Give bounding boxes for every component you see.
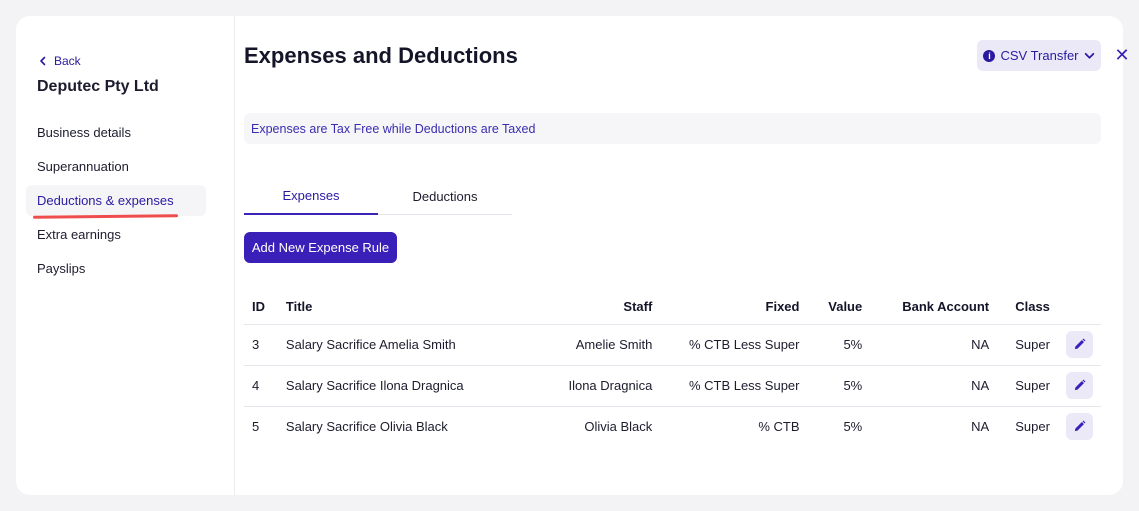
sidebar-item-business-details[interactable]: Business details <box>26 117 206 148</box>
column-header-actions <box>1057 290 1101 325</box>
cell-value: 5% <box>843 419 863 435</box>
csv-transfer-button[interactable]: i CSV Transfer <box>977 40 1101 71</box>
edit-button[interactable] <box>1066 372 1093 399</box>
cell-fixed: % CTB Less Super <box>660 365 808 407</box>
cell-class: Super <box>997 324 1058 366</box>
csv-transfer-label: CSV Transfer <box>1000 48 1079 63</box>
column-header-value: Value <box>807 290 871 325</box>
sidebar-nav: Business details Superannuation Deductio… <box>26 117 206 287</box>
table-header-row: ID Title Staff Fixed Value Bank Account … <box>244 290 1101 325</box>
column-header-bank-account: Bank Account <box>870 290 998 325</box>
cell-id: 3 <box>244 324 278 366</box>
tab-expenses[interactable]: Expenses <box>244 178 378 215</box>
sidebar-item-label: Extra earnings <box>37 227 121 242</box>
cell-class: Super <box>997 365 1058 407</box>
cell-staff: Ilona Dragnica <box>544 365 661 407</box>
sidebar: Back Deputec Pty Ltd Business details Su… <box>16 16 235 495</box>
sidebar-item-deductions-expenses[interactable]: Deductions & expenses <box>26 185 206 219</box>
back-link[interactable]: Back <box>38 54 81 68</box>
company-name: Deputec Pty Ltd <box>37 78 159 95</box>
sidebar-item-superannuation[interactable]: Superannuation <box>26 151 206 182</box>
cell-id: 5 <box>252 419 260 435</box>
sidebar-item-extra-earnings[interactable]: Extra earnings <box>26 219 206 250</box>
cell-actions <box>1057 324 1101 366</box>
sidebar-item-label: Payslips <box>37 261 86 276</box>
expense-rules-table: ID Title Staff Fixed Value Bank Account … <box>244 290 1101 447</box>
cell-title: Salary Sacrifice Ilona Dragnica <box>277 365 545 407</box>
cell-fixed: % CTB Less Super <box>660 324 808 366</box>
cell-bank-account: NA <box>971 419 990 435</box>
page-title: Expenses and Deductions <box>244 43 518 68</box>
cell-value: 5% <box>807 324 871 366</box>
cell-bank-account: NA <box>870 324 998 366</box>
chevron-down-icon <box>1084 52 1094 59</box>
cell-staff: Olivia Black <box>584 419 653 435</box>
cell-title: Salary Sacrifice Olivia Black <box>285 419 448 435</box>
sidebar-item-label: Deductions & expenses <box>37 193 174 208</box>
column-header-title: Title <box>277 290 545 325</box>
cell-id: 4 <box>244 365 278 407</box>
sidebar-item-payslips[interactable]: Payslips <box>26 253 206 284</box>
table-row: 3 Salary Sacrifice Amelia Smith Amelie S… <box>244 324 1101 366</box>
sidebar-item-label: Business details <box>37 125 131 140</box>
pencil-icon <box>1074 379 1086 391</box>
tab-deductions[interactable]: Deductions <box>378 178 512 214</box>
cell-fixed: % CTB <box>758 419 800 435</box>
edit-button[interactable] <box>1066 331 1093 358</box>
cell-actions <box>1057 365 1101 407</box>
settings-panel: ✕ Back Deputec Pty Ltd Business details … <box>16 16 1130 495</box>
cell-value: 5% <box>807 365 871 407</box>
column-header-fixed: Fixed <box>660 290 808 325</box>
cell-title: Salary Sacrifice Amelia Smith <box>277 324 545 366</box>
cell-bank-account: NA <box>870 365 998 407</box>
table-row: 4 Salary Sacrifice Ilona Dragnica Ilona … <box>244 365 1101 407</box>
cell-staff: Amelie Smith <box>544 324 661 366</box>
column-header-class: Class <box>997 290 1058 325</box>
column-header-id: ID <box>244 290 278 325</box>
info-banner: Expenses are Tax Free while Deductions a… <box>244 113 1101 144</box>
chevron-left-icon <box>40 56 46 66</box>
edit-button[interactable] <box>1066 413 1093 441</box>
cell-actions <box>1058 406 1101 447</box>
table-row: 5 Salary Sacrifice Olivia Black Olivia B… <box>244 406 1101 447</box>
cell-class: Super <box>1015 419 1050 435</box>
main-content: Expenses and Deductions i CSV Transfer E… <box>244 16 1123 495</box>
back-label: Back <box>54 54 81 68</box>
column-header-staff: Staff <box>544 290 661 325</box>
add-expense-rule-button[interactable]: Add New Expense Rule <box>244 232 397 263</box>
pencil-icon <box>1074 338 1086 350</box>
info-icon: i <box>983 49 996 62</box>
pencil-icon <box>1074 420 1086 432</box>
sidebar-item-label: Superannuation <box>37 159 129 174</box>
tab-bar: Expenses Deductions <box>244 178 512 215</box>
